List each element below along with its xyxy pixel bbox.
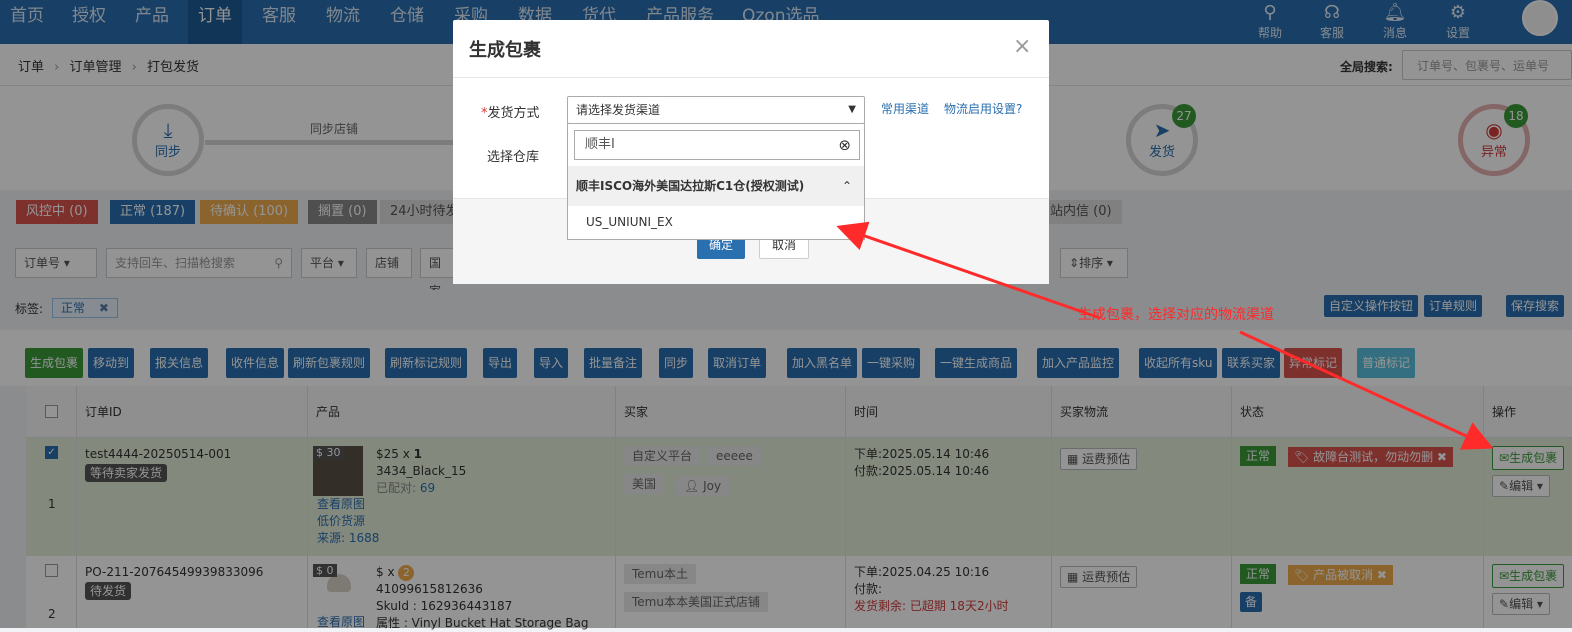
arrow-to-generate-button: [1239, 330, 1494, 450]
annotation-text: 生成包裹，选择对应的物流渠道: [1078, 307, 1274, 323]
arrow-to-option: [836, 221, 1101, 320]
annotation-arrows: [836, 221, 1494, 450]
